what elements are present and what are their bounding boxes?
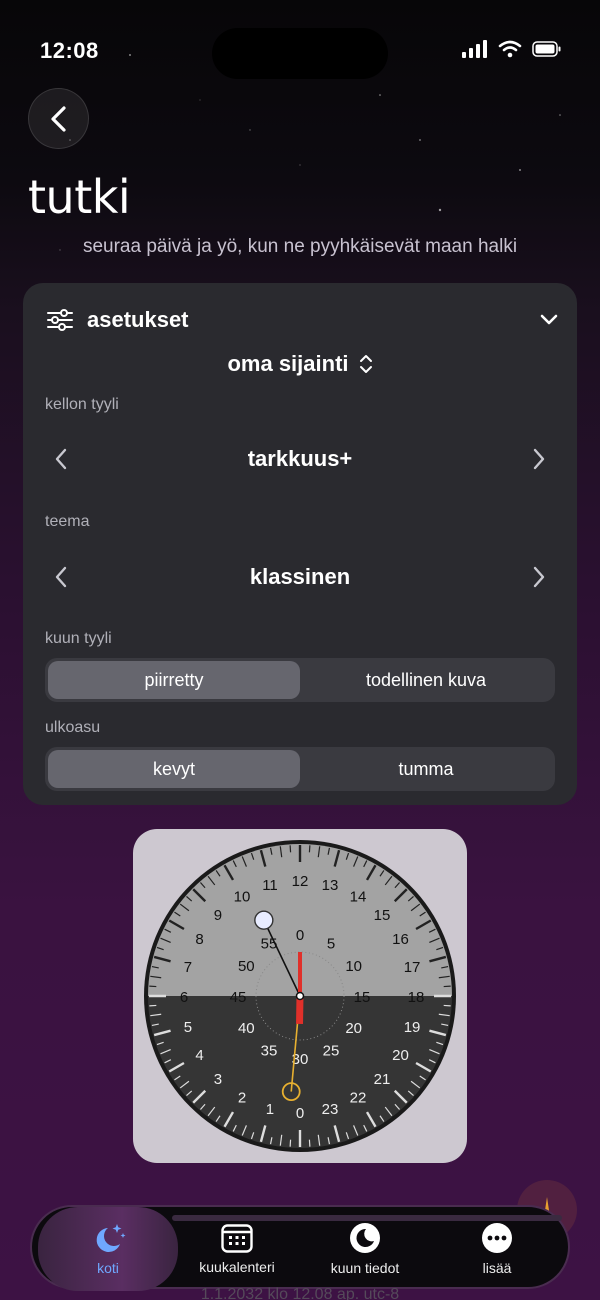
chevron-left-icon[interactable] [53, 447, 69, 471]
appearance-option-dark[interactable]: tumma [300, 750, 552, 788]
clock-center-pin [295, 991, 305, 1001]
tab-home[interactable]: koti [38, 1207, 178, 1291]
signal-icon [462, 40, 487, 58]
status-icons [462, 40, 562, 58]
settings-header[interactable]: asetukset [47, 305, 559, 335]
clock-hour-label: 14 [350, 889, 367, 906]
tab-more[interactable]: lisää [442, 1207, 552, 1291]
clock-minute-label: 15 [354, 989, 371, 1006]
page-subtitle: seuraa päivä ja yö, kun ne pyyhkäisevät … [82, 236, 518, 257]
chevron-left-icon[interactable] [53, 565, 69, 589]
moon-style-label: kuun tyyli [45, 630, 112, 647]
clock-hour-label: 2 [238, 1089, 246, 1106]
date-footer: 1.1.2032 klo 12.08 ap. utc-8 [200, 1286, 400, 1300]
theme-value: klassinen [249, 564, 351, 589]
chevron-left-icon [50, 105, 66, 132]
battery-icon [532, 41, 561, 57]
clock-minute-label: 10 [345, 958, 362, 975]
moon-style-segmented-control: piirretty todellinen kuva [45, 658, 555, 702]
tab-moon-calendar-label: kuukalenteri [199, 1259, 275, 1275]
clock-minute-label: 5 [327, 935, 335, 952]
tab-moon-info[interactable]: kuun tiedot [300, 1207, 430, 1291]
clock-hour-label: 17 [404, 959, 421, 976]
settings-panel: asetukset oma sijainti kellon tyyli tark… [23, 283, 577, 805]
clock-hour-label: 18 [408, 989, 425, 1006]
chevron-right-icon[interactable] [531, 447, 547, 471]
clock-minute-label: 0 [296, 927, 304, 944]
appearance-segmented-control: kevyt tumma [45, 747, 555, 791]
clock-hour-label: 5 [184, 1019, 192, 1036]
status-bar: 12:08 [0, 0, 600, 100]
clock-hour-label: 11 [262, 877, 278, 894]
chevron-down-icon[interactable] [539, 313, 559, 327]
clock-minute-label: 35 [261, 1043, 278, 1060]
clock-style-value: tarkkuus+ [247, 446, 353, 471]
clock-hour-label: 15 [374, 907, 391, 924]
clock-hour-label: 12 [292, 873, 309, 890]
chevron-updown-icon [359, 355, 372, 373]
calendar-icon [221, 1224, 253, 1253]
clock-hour-label: 23 [322, 1101, 339, 1118]
location-selector[interactable]: oma sijainti [23, 351, 577, 377]
dynamic-island [212, 28, 388, 79]
clock-hour-label: 3 [214, 1071, 222, 1088]
clock-moon-marker [254, 910, 274, 930]
clock-hour-label: 4 [195, 1047, 203, 1064]
clock-minute-label: 45 [230, 989, 247, 1006]
page-title: tutki [28, 170, 131, 224]
clock-hour-label: 16 [392, 931, 409, 948]
clock-style-picker: tarkkuus+ [53, 439, 547, 479]
location-label: oma sijainti [227, 351, 349, 376]
sliders-icon [47, 309, 73, 331]
clock-hour-label: 1 [266, 1101, 274, 1118]
moon-style-option-real[interactable]: todellinen kuva [300, 661, 552, 699]
clock-minute-label: 50 [238, 958, 255, 975]
tab-more-label: lisää [482, 1260, 512, 1276]
moon-icon [350, 1223, 380, 1253]
tab-moon-info-label: kuun tiedot [330, 1260, 400, 1276]
settings-label: asetukset [87, 307, 189, 332]
more-icon [482, 1223, 512, 1253]
theme-label: teema [45, 513, 90, 530]
clock-minute-label: 20 [345, 1020, 362, 1037]
theme-picker: klassinen [53, 557, 547, 597]
moon-style-option-drawn[interactable]: piirretty [48, 661, 300, 699]
clock-hour-label: 20 [392, 1047, 409, 1064]
tab-home-label: koti [97, 1260, 119, 1276]
tab-bar: koti kuukalenteri kuun tiedot lisää [30, 1205, 570, 1291]
status-time: 12:08 [40, 38, 99, 63]
chevron-right-icon[interactable] [531, 565, 547, 589]
clock-hour-label: 8 [195, 931, 203, 948]
clock-hour-label: 7 [184, 959, 192, 976]
clock-style-label: kellon tyyli [45, 396, 119, 413]
clock-card: 0 1 2 3 4 5 6 7 8 9 10 11 12 13 14 15 16 17 18 19 20 21 22 23 0 5… [133, 829, 467, 1163]
wifi-icon [498, 40, 522, 58]
clock-hour-label: 22 [350, 1089, 367, 1106]
clock-hour-label: 13 [322, 877, 339, 894]
clock-hour-label: 0 [296, 1105, 304, 1122]
appearance-label: ulkoasu [45, 719, 101, 736]
clock-hour-label: 10 [234, 889, 251, 906]
clock-hour-label: 9 [214, 907, 222, 924]
clock-hour-label: 21 [374, 1071, 391, 1088]
appearance-option-light[interactable]: kevyt [48, 750, 300, 788]
day-night-clock: 01234567891011 12 13141516171819202122230 5… [144, 840, 456, 1152]
clock-minute-label: 40 [238, 1020, 255, 1037]
clock-minute-label: 25 [323, 1043, 340, 1060]
moon-stars-icon [96, 1224, 126, 1252]
tab-moon-calendar[interactable]: kuukalenteri [178, 1207, 296, 1291]
clock-hour-label: 6 [180, 989, 188, 1006]
back-button[interactable] [28, 88, 89, 149]
clock-hour-label: 19 [404, 1019, 421, 1036]
